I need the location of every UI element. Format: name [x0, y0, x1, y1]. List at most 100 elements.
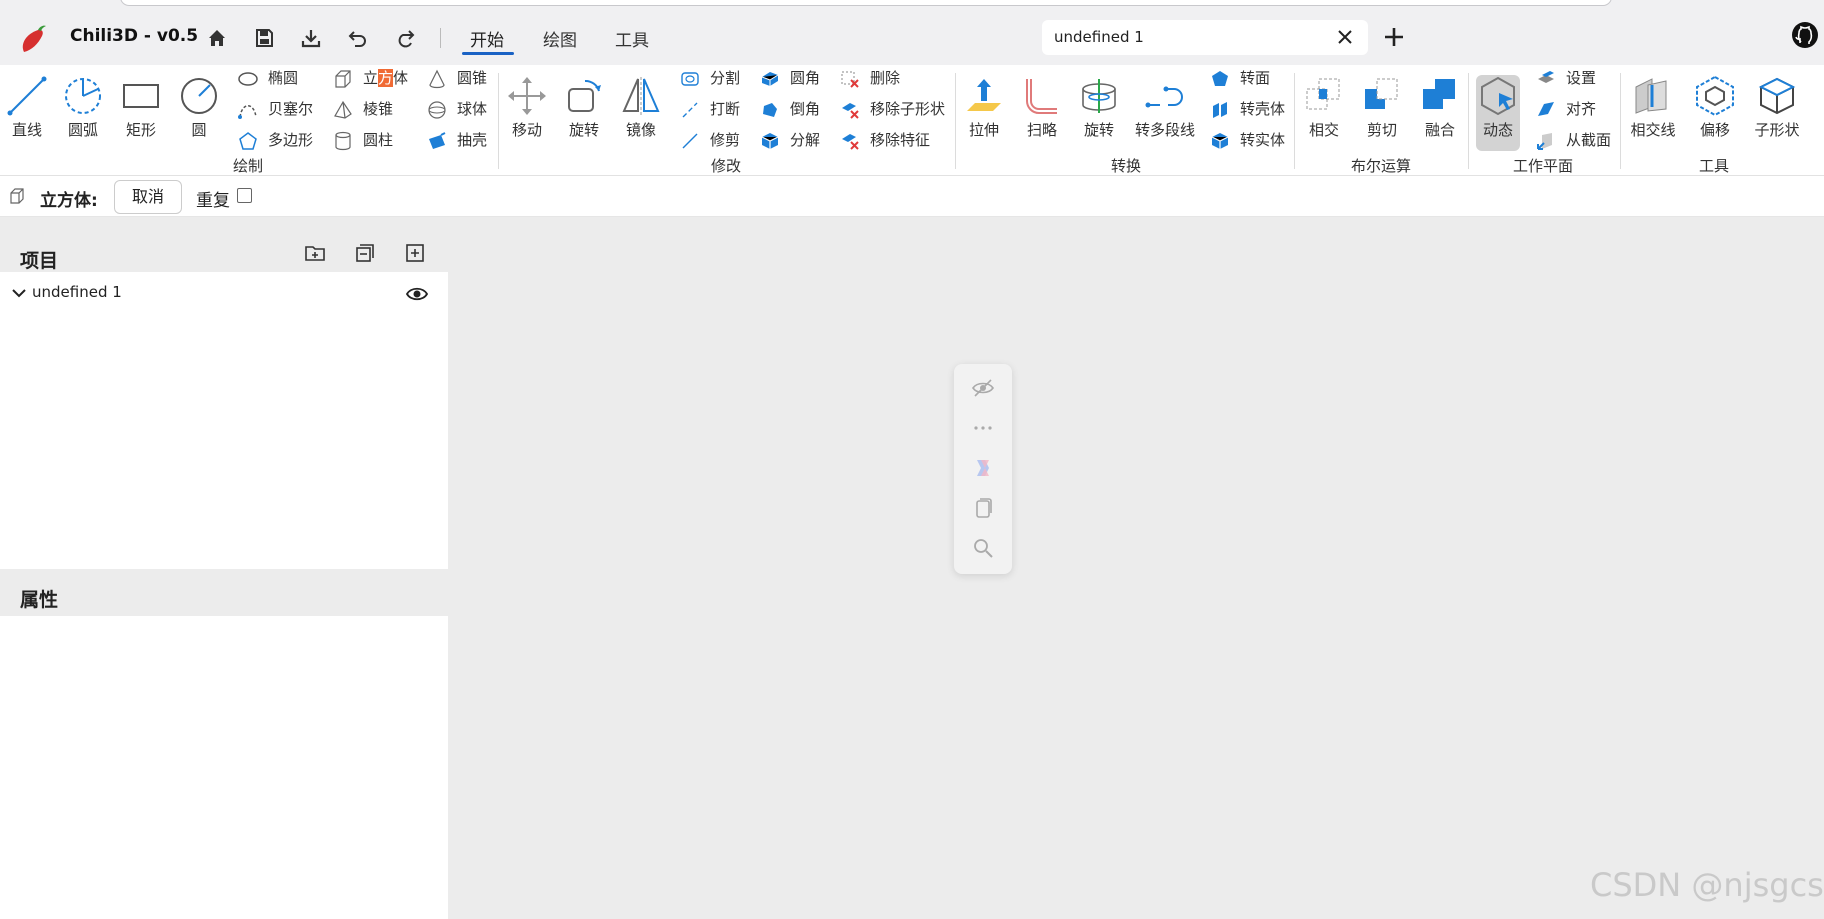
arc-button[interactable]: 圆弧 [60, 75, 106, 140]
to-solid-button[interactable]: 转实体 [1210, 129, 1300, 151]
revolve-button[interactable]: 旋转 [1077, 75, 1121, 140]
copilot-icon[interactable] [971, 456, 995, 480]
cut-label: 剪切 [1366, 121, 1397, 139]
from-section-label: 从截面 [1566, 131, 1612, 149]
document-tab-label: undefined 1 [1054, 28, 1144, 46]
chamfer-button[interactable]: 倒角 [760, 98, 830, 120]
bezier-icon [238, 105, 257, 119]
document-tab[interactable]: undefined 1 [1042, 20, 1368, 55]
move-button[interactable]: 移动 [506, 75, 548, 140]
align-workplane-button[interactable]: 对齐 [1536, 98, 1616, 120]
circle-button[interactable]: 圆 [176, 75, 222, 140]
sub-shape-button[interactable]: 子形状 [1752, 75, 1802, 140]
arc-icon [65, 78, 101, 114]
browser-address-bar[interactable] [120, 0, 1612, 6]
remove-feature-button[interactable]: 移除特征 [840, 129, 950, 151]
sphere-button[interactable]: 球体 [427, 98, 497, 120]
box-button[interactable]: 立方体 [333, 67, 413, 89]
intersection-line-icon [1635, 78, 1667, 114]
intersect-button[interactable]: 相交 [1302, 75, 1346, 140]
cone-icon [429, 69, 445, 89]
tab-tools[interactable]: 工具 [615, 26, 649, 51]
home-icon[interactable] [206, 27, 228, 49]
remove-subshape-button[interactable]: 移除子形状 [840, 98, 950, 120]
copy-icon[interactable] [971, 496, 995, 520]
dynamic-workplane-button[interactable]: 动态 [1476, 75, 1520, 140]
fillet-button[interactable]: 圆角 [760, 67, 830, 89]
project-panel-title: 项目 [20, 250, 59, 272]
ellipse-icon [238, 72, 258, 86]
to-face-button[interactable]: 转面 [1210, 67, 1300, 89]
to-polyline-button[interactable]: 转多段线 [1133, 75, 1197, 140]
move-icon [508, 77, 546, 115]
to-polyline-label: 转多段线 [1134, 121, 1195, 139]
properties-body [0, 616, 448, 919]
bezier-button[interactable]: 贝塞尔 [238, 98, 318, 120]
polygon-button[interactable]: 多边形 [238, 129, 318, 151]
set-workplane-button[interactable]: 设置 [1536, 67, 1616, 89]
more-icon[interactable] [971, 416, 995, 440]
tree-item[interactable]: undefined 1 [10, 280, 438, 306]
active-tab-indicator [462, 52, 514, 55]
box-label-part-1: 立 [363, 69, 379, 87]
delete-label: 删除 [870, 69, 901, 87]
hide-icon[interactable] [971, 376, 995, 400]
watermark: CSDN @njsgcs [1590, 866, 1824, 904]
chili-logo-icon [22, 25, 46, 52]
floating-viewport-toolbar [954, 364, 1012, 574]
sweep-button[interactable]: 扫略 [1020, 75, 1064, 140]
shell-button[interactable]: 抽壳 [427, 129, 497, 151]
cone-button[interactable]: 圆锥 [427, 67, 497, 89]
expand-all-icon[interactable] [404, 242, 426, 264]
fillet-label: 圆角 [790, 69, 821, 87]
title-bar: Chili3D - v0.5 开始 绘图 工具 undefined 1 [0, 0, 1824, 72]
eye-icon[interactable] [406, 283, 428, 305]
rotate-button[interactable]: 旋转 [563, 75, 605, 140]
command-bar: 立方体: 取消 重复 [0, 176, 1824, 217]
shell-icon [429, 132, 446, 149]
collapse-all-icon[interactable] [354, 242, 376, 264]
explode-button[interactable]: 分解 [760, 129, 830, 151]
download-icon[interactable] [300, 27, 322, 49]
from-section-button[interactable]: 从截面 [1536, 129, 1626, 151]
cancel-button[interactable]: 取消 [114, 180, 182, 214]
sub-shape-icon [1758, 77, 1796, 115]
intersection-line-button[interactable]: 相交线 [1628, 75, 1678, 140]
rect-button[interactable]: 矩形 [118, 75, 164, 140]
chevron-down-icon[interactable] [10, 284, 28, 302]
split-button[interactable]: 分割 [680, 67, 750, 89]
pyramid-label: 棱锥 [363, 100, 394, 118]
repeat-checkbox[interactable] [237, 188, 252, 203]
extrude-button[interactable]: 拉伸 [962, 75, 1006, 140]
offset-button[interactable]: 偏移 [1692, 75, 1738, 140]
pyramid-button[interactable]: 棱锥 [333, 98, 413, 120]
search-icon[interactable] [971, 536, 995, 560]
rectangle-icon [123, 84, 159, 108]
chamfer-icon [763, 103, 777, 117]
close-icon[interactable] [1336, 28, 1354, 46]
add-document-icon[interactable] [1382, 25, 1406, 49]
to-shell-button[interactable]: 转壳体 [1210, 98, 1300, 120]
delete-button[interactable]: 删除 [840, 67, 950, 89]
break-icon [682, 102, 698, 118]
line-button[interactable]: 直线 [4, 75, 50, 140]
undo-icon[interactable] [347, 27, 369, 49]
github-icon[interactable] [1790, 20, 1820, 50]
tab-start[interactable]: 开始 [470, 26, 504, 51]
break-button[interactable]: 打断 [680, 98, 750, 120]
ellipse-button[interactable]: 椭圆 [238, 67, 318, 89]
line-icon [7, 76, 47, 116]
cut-button[interactable]: 剪切 [1360, 75, 1404, 140]
tab-draw[interactable]: 绘图 [543, 26, 577, 51]
fuse-button[interactable]: 融合 [1418, 75, 1462, 140]
trim-button[interactable]: 修剪 [680, 129, 750, 151]
save-icon[interactable] [253, 27, 275, 49]
split-label: 分割 [710, 69, 741, 87]
move-label: 移动 [511, 121, 542, 139]
command-title: 立方体: [40, 191, 98, 211]
redo-icon[interactable] [394, 27, 416, 49]
cylinder-button[interactable]: 圆柱 [333, 129, 413, 151]
ribbon: 直线 圆弧 矩形 圆 椭圆 贝塞尔 多边形 立方体 棱锥 圆柱 圆锥 球体 抽壳… [0, 65, 1824, 176]
mirror-button[interactable]: 镜像 [620, 75, 662, 140]
new-folder-icon[interactable] [304, 242, 326, 264]
